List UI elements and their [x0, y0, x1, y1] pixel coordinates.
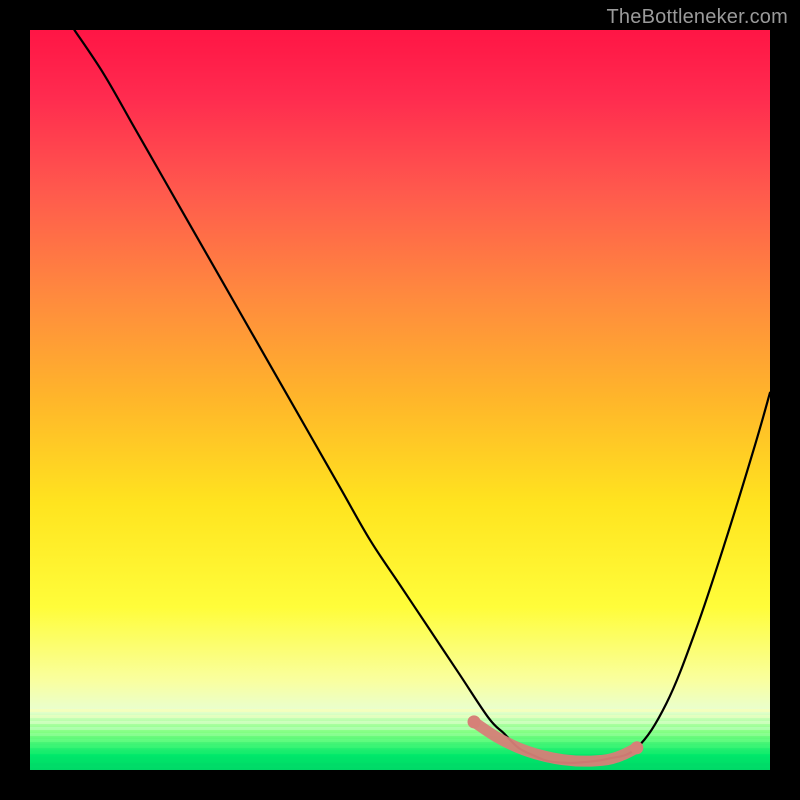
- chart-root: TheBottleneker.com: [0, 0, 800, 800]
- highlight-dot-right: [630, 741, 643, 754]
- watermark-text: TheBottleneker.com: [607, 6, 788, 29]
- curve-svg: [30, 30, 770, 770]
- highlight-dot-left: [468, 715, 481, 728]
- plot-area: [30, 30, 770, 770]
- bottleneck-curve-path: [74, 30, 770, 763]
